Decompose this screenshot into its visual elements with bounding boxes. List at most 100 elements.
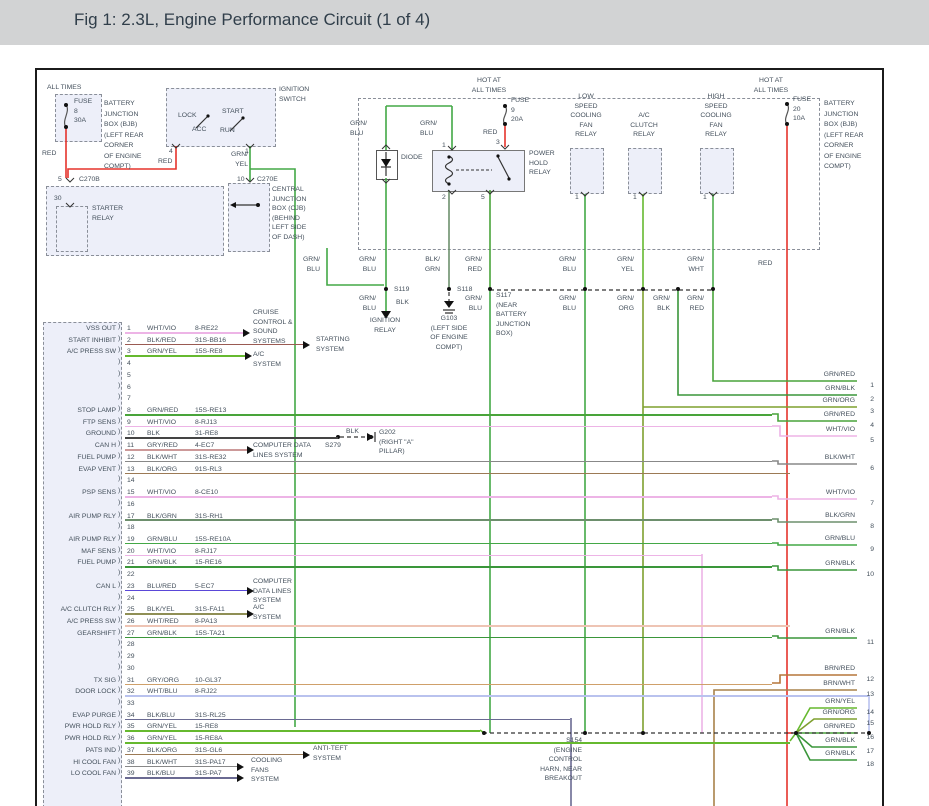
wire-line xyxy=(125,719,570,721)
ac-clutch-relay-box xyxy=(628,148,662,194)
wire-color-label: BLK/RED xyxy=(147,337,176,344)
starter-relay-inner-box xyxy=(56,206,88,252)
wire-color-label: GRN/YEL xyxy=(147,348,177,355)
pin-row: ) 5 xyxy=(43,370,884,382)
stub-color: GRN/BLK xyxy=(825,560,855,567)
label-lock: LOCK xyxy=(178,111,197,121)
label-cjb: CENTRAL JUNCTION BOX (CJB) (BEHIND LEFT … xyxy=(272,185,306,242)
pin-function-label: STOP LAMP xyxy=(43,407,116,414)
wire-color-label: WHT/VIO xyxy=(147,419,176,426)
pin-function-label: CAN H xyxy=(43,442,116,449)
circuit-id: 31S-FA11 xyxy=(195,606,225,613)
stub-color: BLK/WHT xyxy=(825,454,855,461)
pin-number: 18 xyxy=(127,524,135,531)
connector-glyph: ) xyxy=(118,475,120,482)
pin-number: 16 xyxy=(127,501,135,508)
stub-number: 5 xyxy=(870,437,874,444)
wire-line xyxy=(125,344,303,346)
pin-number: 4 xyxy=(127,360,131,367)
pin-row: TX SIG ) 31 GRY/ORG 10-GL37 xyxy=(43,675,884,687)
wire-line xyxy=(125,355,245,357)
pin-number: 36 xyxy=(127,735,135,742)
wire-line xyxy=(125,777,237,779)
stub-color: GRN/BLK xyxy=(825,385,855,392)
pin-number: 1 xyxy=(127,325,131,332)
pin-row: MAF SENS ) 20 WHT/VIO 8-RJ17 xyxy=(43,546,884,558)
stub-number: 10 xyxy=(866,571,874,578)
circuit-id: 31S-GL6 xyxy=(195,747,222,754)
wiring-diagram-page: Fig 1: 2.3L, Engine Performance Circuit … xyxy=(0,0,929,806)
connector-glyph: ) xyxy=(118,721,120,728)
wire-line xyxy=(125,437,338,439)
pin-function-label: A/C PRESS SW xyxy=(43,618,116,625)
pin-number: 23 xyxy=(127,583,135,590)
wire-color-label: GRN/YEL xyxy=(147,723,177,730)
circuit-id: 15S-RE13 xyxy=(195,407,226,414)
wire-line xyxy=(125,543,772,545)
pin-row: ) 4 xyxy=(43,358,884,370)
connector-glyph: ) xyxy=(118,557,120,564)
pin-function-label: LO COOL FAN xyxy=(43,770,116,777)
circuit-id: 4-EC7 xyxy=(195,442,214,449)
pin-number: 15 xyxy=(127,489,135,496)
wire-line xyxy=(125,414,772,416)
stub-number: 9 xyxy=(870,546,874,553)
connector-glyph: ) xyxy=(118,335,120,342)
stub-color: GRN/RED xyxy=(824,723,855,730)
connector-glyph: ) xyxy=(118,745,120,752)
pin-function-label: PWR HOLD RLY xyxy=(43,735,116,742)
pin-row: PSP SENS ) 15 WHT/VIO 8-CE10 xyxy=(43,487,884,499)
connector-glyph: ) xyxy=(118,593,120,600)
connector-glyph: ) xyxy=(118,616,120,623)
circuit-id: 31S-RH1 xyxy=(195,513,223,520)
wire-color-label: WHT/BLU xyxy=(147,688,178,695)
pin-row: ) 29 xyxy=(43,651,884,663)
connector-glyph: ) xyxy=(118,405,120,412)
connector-glyph: ) xyxy=(118,358,120,365)
pin-number: 2 xyxy=(127,337,131,344)
label-c270b: C270B xyxy=(79,175,100,185)
label-starter-relay: STARTER RELAY xyxy=(92,204,123,223)
pin-function-label: EVAP PURGE xyxy=(43,712,116,719)
pin-row: GEARSHIFT ) 27 GRN/BLK 15S-TA21 xyxy=(43,628,884,640)
pin-number: 7 xyxy=(127,395,131,402)
wire-color-label: WHT/VIO xyxy=(147,325,176,332)
circuit-id: 31S-PA7 xyxy=(195,770,222,777)
pin-row: ) 24 xyxy=(43,593,884,605)
label-band-grnyel: GRN/ YEL xyxy=(610,255,634,274)
wire-color-label: BLK/ORG xyxy=(147,747,177,754)
pin-number: 3 xyxy=(127,348,131,355)
pin-function-label: DOOR LOCK xyxy=(43,688,116,695)
pin-row: LO COOL FAN ) 39 BLK/BLU 31S-PA7 xyxy=(43,768,884,780)
label-fuse20: FUSE 20 10A xyxy=(793,95,811,124)
wire-color-label: BLK/WHT xyxy=(147,759,177,766)
label-band-grnorg: GRN/ ORG xyxy=(610,294,634,313)
stub-color: BRN/WHT xyxy=(823,680,855,687)
pin-row: CAN L ) 23 BLU/RED 5-EC7 xyxy=(43,581,884,593)
label-s119: S119 xyxy=(394,285,409,295)
connector-glyph: ) xyxy=(118,534,120,541)
stub-number: 7 xyxy=(870,500,874,507)
label-band-grnblu-4: GRN/ BLU xyxy=(352,294,376,313)
pin-number: 28 xyxy=(127,641,135,648)
connector-glyph: ) xyxy=(118,757,120,764)
label-band-blk: BLK xyxy=(396,298,409,308)
circuit-id: 5-EC7 xyxy=(195,583,214,590)
connector-glyph: ) xyxy=(118,686,120,693)
pin-number: 24 xyxy=(127,595,135,602)
connector-glyph: ) xyxy=(118,346,120,353)
pin-number: 26 xyxy=(127,618,135,625)
label-band-red: RED xyxy=(758,259,772,269)
label-pin2-ph: 2 xyxy=(442,193,446,203)
stub-color: WHT/VIO xyxy=(826,489,855,496)
connector-glyph: ) xyxy=(118,452,120,459)
pin-row: HI COOL FAN ) 38 BLK/WHT 31S-PA17 xyxy=(43,757,884,769)
label-band-grnblu-2: GRN/ BLU xyxy=(352,255,376,274)
pin-function-label: FTP SENS xyxy=(43,419,116,426)
wire-color-label: BLK/BLU xyxy=(147,712,175,719)
stub-color: GRN/BLU xyxy=(825,535,855,542)
right-stub-8: BLK/GRN8 xyxy=(788,512,882,532)
wire-color-label: GRN/BLK xyxy=(147,630,177,637)
connector-glyph: ) xyxy=(118,639,120,646)
pin-number: 17 xyxy=(127,513,135,520)
